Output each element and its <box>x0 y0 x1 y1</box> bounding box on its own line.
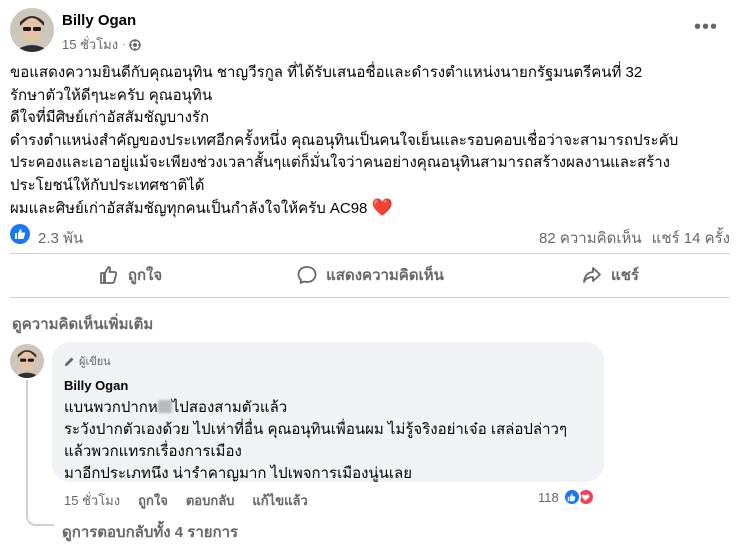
avatar-photo <box>10 8 54 52</box>
author-badge: ผู้เขียน <box>64 352 592 370</box>
post-stats: 2.3 พัน 82 ความคิดเห็น แชร์ 14 ครั้ง <box>10 223 730 247</box>
thumb-icon <box>15 229 26 239</box>
comment-like-button[interactable]: ถูกใจ <box>138 490 168 511</box>
likes-count[interactable]: 2.3 พัน <box>38 226 83 250</box>
comment-line: แบนพวกปากห ไปสองสามตัวแล้ว <box>64 397 592 419</box>
more-comments-link[interactable]: ดูความคิดเห็นเพิ่มเติม <box>12 312 153 336</box>
comment-line-prefix: แบนพวกปากห <box>64 399 158 416</box>
separator-dot: · <box>122 39 126 50</box>
like-label: ถูกใจ <box>127 267 163 284</box>
view-replies-link[interactable]: ดูการตอบกลับทั้ง 4 รายการ <box>62 520 238 544</box>
shares-count[interactable]: แชร์ 14 ครั้ง <box>652 226 730 250</box>
like-button[interactable]: ถูกใจ <box>10 256 250 294</box>
post-line-text: ผมและศิษย์เก่าอัสสัมชัญทุกคนเป็นกำลังใจใ… <box>10 200 368 217</box>
post-line: ประโยชน์ให้กับประเทศชาติได้ <box>10 176 205 194</box>
author-badge-label: ผู้เขียน <box>79 356 111 368</box>
comment-bubble: ผู้เขียน Billy Ogan แบนพวกปากห ไปสองสามตั… <box>52 342 604 482</box>
thread-line <box>26 380 54 526</box>
author-avatar[interactable] <box>10 8 54 52</box>
post-line-last: ผมและศิษย์เก่าอัสสัมชัญทุกคนเป็นกำลังใจใ… <box>10 197 730 221</box>
post-header: Billy Ogan 15 ชั่วโมง · ••• <box>10 8 730 56</box>
comment-button[interactable]: แสดงความคิดเห็น <box>250 256 490 294</box>
comments-count[interactable]: 82 ความคิดเห็น <box>539 226 642 250</box>
comment-avatar[interactable] <box>10 344 44 378</box>
post-line: ประคองและเอาอยู่แม้จะเพียงช่วงเวลาสั้นๆแ… <box>10 154 670 171</box>
author-name[interactable]: Billy Ogan <box>62 12 136 29</box>
comment-label: แสดงความคิดเห็น <box>326 267 444 284</box>
like-icon <box>99 266 117 284</box>
comment-line-suffix: ไปสองสามตัวแล้ว <box>171 399 288 416</box>
like-icon <box>562 488 581 506</box>
post-line: รักษาตัวให้ดีๆนะครับ คุณอนุทิน <box>10 86 213 104</box>
share-button[interactable]: แชร์ <box>490 256 730 294</box>
comment-time[interactable]: 15 ชั่วโมง <box>64 490 120 511</box>
divider-top <box>10 253 730 254</box>
censored-blur <box>157 400 172 413</box>
divider-bottom <box>10 297 730 298</box>
comment-icon <box>297 266 317 284</box>
more-icon[interactable]: ••• <box>694 16 718 39</box>
comment-edited-label[interactable]: แก้ไขแล้ว <box>252 490 307 511</box>
avatar-photo <box>10 344 44 378</box>
reaction-count: 118 <box>538 489 559 505</box>
globe-icon <box>129 38 142 51</box>
post-line: ดำรงตำแหน่งสำคัญของประเทศอีกครั้งหนึ่ง ค… <box>10 131 679 149</box>
comment-author[interactable]: Billy Ogan <box>64 378 592 393</box>
comment-actions: 15 ชั่วโมง ถูกใจ ตอบกลับ แก้ไขแล้ว <box>64 490 308 511</box>
comment-reactions[interactable]: 118 <box>538 488 595 506</box>
comment-text: แบนพวกปากห ไปสองสามตัวแล้ว ระวังปากตัวเอง… <box>64 397 592 485</box>
post-line: ดีใจที่มีศิษย์เก่าอัสสัมชัญบางรัก <box>10 109 210 126</box>
comment-reply-button[interactable]: ตอบกลับ <box>186 490 235 511</box>
post-actions: ถูกใจ แสดงความคิดเห็น แชร์ <box>10 256 730 294</box>
comment-line: ระวังปากตัวเองด้วย ไปเห่าที่อื่น คุณอนุท… <box>64 421 567 438</box>
heart-emoji: ❤️ <box>371 198 393 217</box>
post-time[interactable]: 15 ชั่วโมง <box>62 34 118 55</box>
post-meta: 15 ชั่วโมง · <box>62 34 142 55</box>
pencil-icon <box>64 356 74 366</box>
right-stats: 82 ความคิดเห็น แชร์ 14 ครั้ง <box>539 226 730 250</box>
share-icon <box>583 267 601 283</box>
post-line: ขอแสดงความยินดีกับคุณอนุทิน ชาญวีรกูล ที… <box>10 64 643 81</box>
like-reaction-icon[interactable] <box>10 224 30 244</box>
post-body: ขอแสดงความยินดีกับคุณอนุทิน ชาญวีรกูล ที… <box>10 62 730 221</box>
comment-line: แล้วพวกแทรกเรื่องการเมือง <box>64 443 242 460</box>
comment-line: มาอีกประเภทนึง น่ารำคาญมาก ไปเพจการเมือง… <box>64 465 413 482</box>
share-label: แชร์ <box>611 267 639 284</box>
